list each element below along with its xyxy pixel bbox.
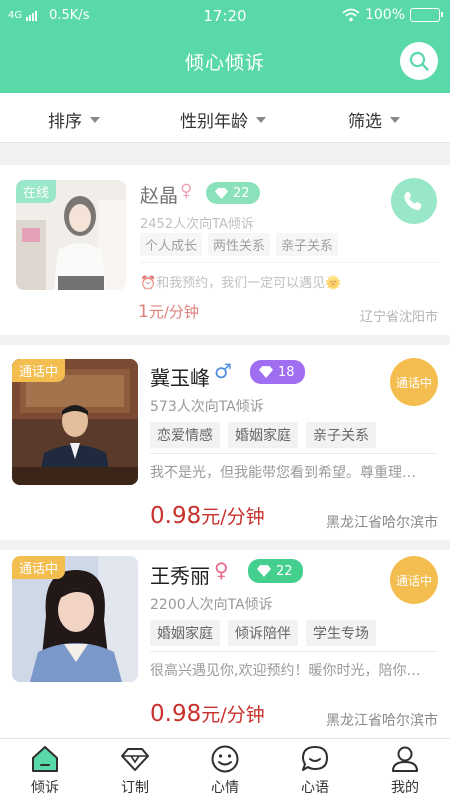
level-value: 22 bbox=[276, 563, 293, 579]
location: 黑龙江省哈尔滨市 bbox=[326, 515, 438, 531]
filter-bar: 排序 性别年龄 筛选 bbox=[0, 93, 450, 143]
level-badge: 22 bbox=[206, 182, 260, 204]
app-header: 4G 0.5K/s 17:20 100% 倾心倾诉 bbox=[0, 0, 450, 93]
tab-label: 心情 bbox=[211, 780, 239, 796]
male-icon: ♂ bbox=[214, 359, 232, 383]
diamond-icon bbox=[121, 748, 149, 771]
avatar: 在线 bbox=[16, 180, 126, 290]
card-separator bbox=[0, 540, 450, 550]
price-value: 0.98 bbox=[150, 701, 202, 727]
status-badge: 通话中 bbox=[12, 556, 66, 579]
tag-list: 恋爱情感 婚姻家庭 亲子关系 bbox=[150, 422, 376, 448]
avatar: 通话中 bbox=[12, 359, 138, 485]
tab-xinyu[interactable]: 心语 bbox=[270, 739, 360, 800]
price-value: 1 bbox=[138, 302, 149, 322]
level-value: 18 bbox=[278, 364, 295, 380]
diamond-icon bbox=[259, 366, 273, 378]
tab-dingzhi[interactable]: 订制 bbox=[90, 739, 180, 800]
price: 1元/分钟 bbox=[138, 301, 199, 322]
status-badge: 在线 bbox=[16, 180, 57, 203]
tab-xinqing[interactable]: 心情 bbox=[180, 739, 270, 800]
price-value: 0.98 bbox=[150, 503, 202, 529]
female-icon: ♀ bbox=[180, 181, 193, 201]
tag-chip: 两性关系 bbox=[208, 233, 271, 256]
filter-sort[interactable]: 排序 bbox=[48, 107, 100, 132]
on-call-badge: 通话中 bbox=[390, 358, 438, 406]
divider bbox=[150, 453, 438, 454]
counselor-card[interactable]: 通话中 冀玉峰 ♂ 18 573人次向TA倾诉 恋爱情感 婚姻家庭 亲子关系 我… bbox=[0, 345, 450, 540]
price: 0.98元/分钟 bbox=[150, 502, 265, 529]
price-unit: 元/分钟 bbox=[201, 506, 265, 528]
location: 辽宁省沈阳市 bbox=[359, 310, 438, 325]
tag-chip: 亲子关系 bbox=[276, 233, 339, 256]
chat-icon bbox=[302, 746, 328, 771]
smile-icon bbox=[211, 745, 239, 773]
counselor-bio: 我不是光，但我能带您看到希望。尊重理… bbox=[150, 465, 416, 481]
counselor-name: 王秀丽 bbox=[150, 564, 210, 588]
caret-down-icon bbox=[90, 116, 100, 123]
diamond-icon bbox=[257, 565, 271, 577]
filter-gender-age-label: 性别年龄 bbox=[180, 112, 248, 132]
avatar: 通话中 bbox=[12, 556, 138, 682]
page-title: 倾心倾诉 bbox=[184, 52, 265, 74]
counselor-bio: ⏰和我预约，我们一定可以遇见🌞 bbox=[140, 276, 342, 291]
level-value: 22 bbox=[233, 185, 250, 201]
tab-label: 倾诉 bbox=[31, 780, 59, 796]
counselor-name: 冀玉峰 bbox=[150, 366, 210, 390]
tab-label: 我的 bbox=[391, 780, 419, 796]
female-icon: ♀ bbox=[214, 558, 229, 582]
filter-gender-age[interactable]: 性别年龄 bbox=[180, 107, 266, 132]
counselor-card[interactable]: 通话中 王秀丽 ♀ 22 2200人次向TA倾诉 婚姻家庭 倾诉陪伴 学生专场 … bbox=[0, 550, 450, 738]
tab-label: 心语 bbox=[301, 780, 329, 796]
divider bbox=[140, 262, 438, 263]
tab-label: 订制 bbox=[121, 780, 149, 796]
on-call-badge: 通话中 bbox=[390, 556, 438, 604]
tag-list: 婚姻家庭 倾诉陪伴 学生专场 bbox=[150, 620, 376, 646]
tag-chip: 个人成长 bbox=[140, 233, 203, 256]
tag-list: 个人成长 两性关系 亲子关系 bbox=[140, 233, 339, 256]
bottom-tab-bar: 倾诉 订制 心情 心语 我的 bbox=[0, 738, 450, 800]
counselor-card[interactable]: 在线 赵晶 ♀ 22 2452人次向TA倾诉 个人成长 两性关系 亲子关系 ⏰和… bbox=[0, 165, 450, 335]
caret-down-icon bbox=[390, 116, 400, 123]
tab-qingsu[interactable]: 倾诉 bbox=[0, 739, 90, 800]
diamond-icon bbox=[215, 187, 228, 199]
level-badge: 22 bbox=[248, 559, 303, 583]
status-right: 100% bbox=[342, 7, 443, 23]
tab-wode[interactable]: 我的 bbox=[360, 739, 450, 800]
caret-down-icon bbox=[256, 116, 266, 123]
tag-chip: 恋爱情感 bbox=[150, 422, 220, 448]
location: 黑龙江省哈尔滨市 bbox=[326, 713, 438, 729]
person-icon bbox=[392, 746, 418, 772]
section-gap bbox=[0, 143, 450, 165]
counselor-name: 赵晶 bbox=[140, 185, 179, 207]
home-icon bbox=[32, 746, 58, 772]
battery-percent: 100% bbox=[364, 7, 405, 23]
consult-count: 2200人次向TA倾诉 bbox=[150, 597, 273, 613]
status-bar: 4G 0.5K/s 17:20 100% bbox=[0, 0, 450, 32]
price-unit: 元/分钟 bbox=[148, 303, 199, 321]
tag-chip: 学生专场 bbox=[306, 620, 376, 646]
tag-chip: 婚姻家庭 bbox=[228, 422, 298, 448]
tag-chip: 倾诉陪伴 bbox=[228, 620, 298, 646]
status-badge: 通话中 bbox=[12, 359, 66, 382]
tag-chip: 亲子关系 bbox=[306, 422, 376, 448]
call-button[interactable] bbox=[391, 178, 437, 224]
card-separator bbox=[0, 335, 450, 345]
consult-count: 2452人次向TA倾诉 bbox=[140, 217, 254, 232]
divider bbox=[150, 651, 438, 652]
price-unit: 元/分钟 bbox=[201, 704, 265, 726]
price: 0.98元/分钟 bbox=[150, 700, 265, 727]
battery-icon bbox=[410, 8, 443, 22]
counselor-bio: 很高兴遇见你,欢迎预约！暖你时光，陪你… bbox=[150, 663, 421, 679]
filter-sort-label: 排序 bbox=[48, 112, 82, 132]
tag-chip: 婚姻家庭 bbox=[150, 620, 220, 646]
wifi-icon bbox=[342, 8, 360, 22]
search-icon bbox=[409, 51, 429, 71]
consult-count: 573人次向TA倾诉 bbox=[150, 399, 264, 415]
search-button[interactable] bbox=[400, 42, 438, 80]
level-badge: 18 bbox=[250, 360, 305, 384]
filter-screen-label: 筛选 bbox=[348, 112, 382, 132]
filter-screen[interactable]: 筛选 bbox=[348, 107, 400, 132]
phone-icon bbox=[404, 191, 422, 211]
